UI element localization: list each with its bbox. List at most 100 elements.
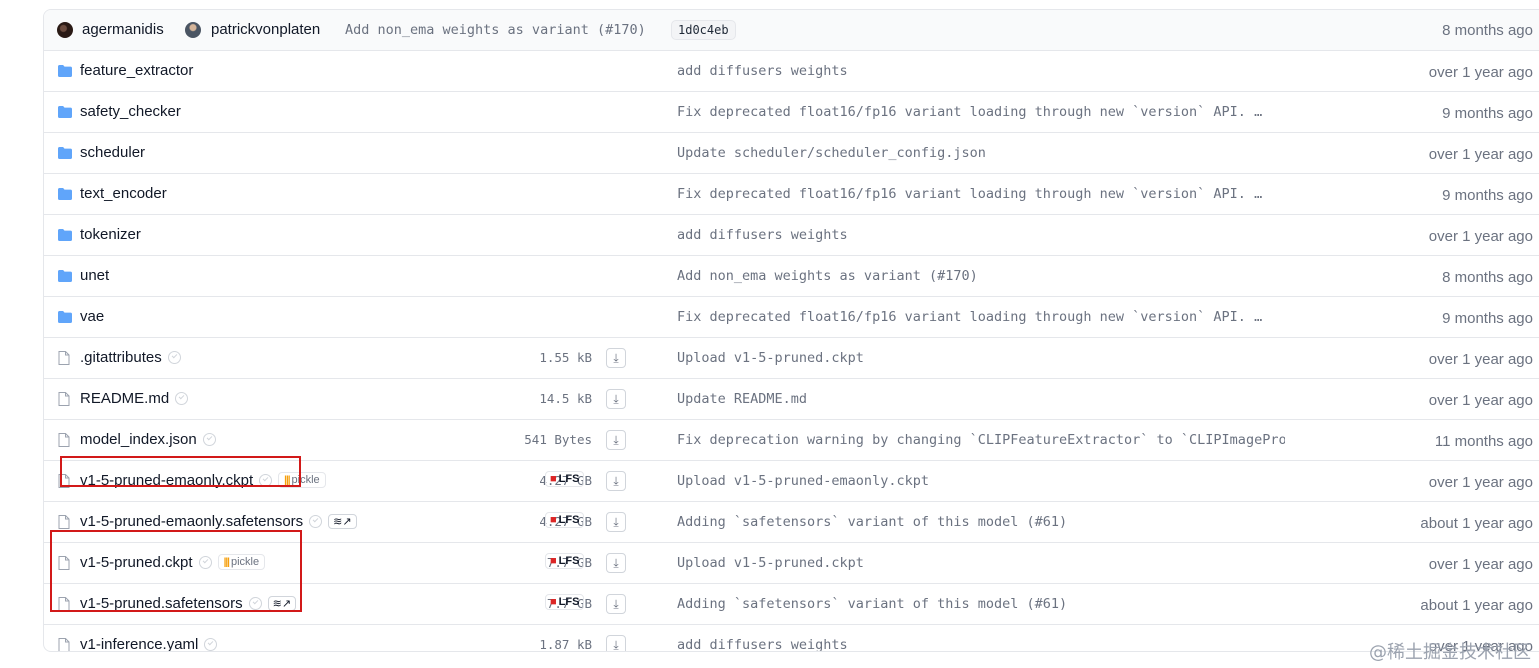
commit-message[interactable]: Fix deprecated float16/fp16 variant load… [677,104,1285,120]
highlight-box [50,530,302,612]
lfs-badge[interactable]: ■ LFS [545,594,585,610]
folder-row[interactable]: unet Add non_ema weights as variant (#170… [44,256,1539,297]
lfs-badge[interactable]: ■ LFS [545,512,585,528]
highlight-box [60,456,301,487]
folder-row[interactable]: scheduler Update scheduler/scheduler_conf… [44,133,1539,174]
commit-message[interactable]: add diffusers weights [677,63,1285,79]
external-link-icon: ↗ [342,515,352,528]
commit-message[interactable]: Adding `safetensors` variant of this mod… [677,514,1285,530]
lfs-label: LFS [558,514,580,526]
lfs-cube-icon: ■ [550,473,557,485]
file-size: 541 Bytes [524,432,592,447]
verified-icon [309,514,323,528]
commit-message[interactable]: Upload v1-5-pruned.ckpt [677,555,1285,571]
verified-icon [202,432,216,446]
file-name-label[interactable]: scheduler [80,144,145,161]
file-name-label[interactable]: feature_extractor [80,62,193,79]
safetensors-badge[interactable]: ≋↗ [328,513,357,529]
avatar[interactable] [185,22,201,38]
download-icon[interactable]: ⤓ [606,512,626,532]
lfs-label: LFS [558,596,580,608]
avatar[interactable] [57,22,73,38]
lfs-cube-icon: ■ [550,514,557,526]
file-name-label[interactable]: text_encoder [80,185,167,202]
file-row[interactable]: model_index.json 541 Bytes ⤓ Fix deprecatio… [44,420,1539,461]
file-name[interactable]: README.md [80,390,189,407]
file-name[interactable]: v1-inference.yaml [80,636,218,651]
verified-icon [167,350,181,364]
folder-row[interactable]: safety_checker Fix deprecated float16/fp1… [44,92,1539,133]
file-row[interactable]: v1-inference.yaml 1.87 kB ⤓ add diffusers w… [44,625,1539,652]
author-link[interactable]: agermanidis [82,21,164,38]
commit-message[interactable]: add diffusers weights [677,227,1285,243]
file-size: 1.55 kB [539,350,592,365]
commit-message[interactable]: Fix deprecated float16/fp16 variant load… [677,309,1285,325]
last-commit-header: agermanidis patrickvonplaten Add non_ema… [44,10,1539,51]
folder-row[interactable]: tokenizer add diffusers weights over 1 yea… [44,215,1539,256]
commit-message[interactable]: Upload v1-5-pruned-emaonly.ckpt [677,473,1285,489]
file-name[interactable]: model_index.json [80,431,216,448]
file-name-label[interactable]: model_index.json [80,431,197,448]
commit-message[interactable]: Add non_ema weights as variant (#170) [345,22,646,38]
download-icon[interactable]: ⤓ [606,553,626,573]
safetensors-icon: ≋ [333,515,343,528]
lfs-label: LFS [558,473,580,485]
verified-icon [204,637,218,651]
commit-time: over 1 year ago [1428,392,1533,409]
download-icon[interactable]: ⤓ [606,389,626,409]
download-icon[interactable]: ⤓ [606,348,626,368]
download-icon[interactable]: ⤓ [606,430,626,450]
commit-time: 11 months ago [1434,433,1533,450]
file-name-label[interactable]: tokenizer [80,226,141,243]
folder-row[interactable]: vae Fix deprecated float16/fp16 variant l… [44,297,1539,338]
file-name-label[interactable]: unet [80,267,109,284]
commit-sha-badge[interactable]: 1d0c4eb [671,20,736,40]
file-name-label[interactable]: README.md [80,390,169,407]
commit-message[interactable]: Fix deprecation warning by changing `CLI… [677,432,1285,448]
commit-time: 8 months ago [1442,269,1533,286]
author-link[interactable]: patrickvonplaten [211,21,320,38]
commit-message[interactable]: Update scheduler/scheduler_config.json [677,145,1285,161]
file-icon [58,351,70,370]
file-name[interactable]: vae [80,308,104,325]
file-name[interactable]: .gitattributes [80,349,181,366]
commit-message[interactable]: Adding `safetensors` variant of this mod… [677,596,1285,612]
folder-icon [58,187,72,205]
file-name[interactable]: feature_extractor [80,62,193,79]
file-row[interactable]: README.md 14.5 kB ⤓ Update README.md over 1 … [44,379,1539,420]
file-name-label[interactable]: v1-5-pruned-emaonly.safetensors [80,513,303,530]
file-name-label[interactable]: safety_checker [80,103,181,120]
file-name[interactable]: tokenizer [80,226,141,243]
folder-row[interactable]: text_encoder Fix deprecated float16/fp16 … [44,174,1539,215]
commit-message[interactable]: add diffusers weights [677,637,1285,651]
commit-time: 9 months ago [1442,187,1533,204]
folder-icon [58,310,72,328]
commit-message[interactable]: Upload v1-5-pruned.ckpt [677,350,1285,366]
commit-time: over 1 year ago [1428,351,1533,368]
commit-message[interactable]: Update README.md [677,391,1285,407]
download-icon[interactable]: ⤓ [606,635,626,651]
file-name[interactable]: unet [80,267,109,284]
watermark: @稀土掘金技术社区 [1369,642,1531,663]
lfs-badge[interactable]: ■ LFS [545,471,585,487]
file-name-label[interactable]: vae [80,308,104,325]
file-name[interactable]: text_encoder [80,185,167,202]
commit-time: about 1 year ago [1420,515,1533,532]
lfs-label: LFS [558,555,580,567]
commit-message[interactable]: Fix deprecated float16/fp16 variant load… [677,186,1285,202]
file-name[interactable]: scheduler [80,144,145,161]
lfs-badge[interactable]: ■ LFS [545,553,585,569]
folder-row[interactable]: feature_extractor add diffusers weights ov… [44,51,1539,92]
file-name[interactable]: v1-5-pruned-emaonly.safetensors ≋↗ [80,513,357,530]
file-row[interactable]: .gitattributes 1.55 kB ⤓ Upload v1-5-pruned… [44,338,1539,379]
download-icon[interactable]: ⤓ [606,471,626,491]
file-name-label[interactable]: v1-inference.yaml [80,636,198,651]
commit-time: over 1 year ago [1428,474,1533,491]
download-icon[interactable]: ⤓ [606,594,626,614]
folder-icon [58,64,72,82]
file-size: 1.87 kB [539,637,592,652]
file-name-label[interactable]: .gitattributes [80,349,162,366]
commit-time: about 1 year ago [1420,597,1533,614]
commit-message[interactable]: Add non_ema weights as variant (#170) [677,268,1285,284]
file-name[interactable]: safety_checker [80,103,181,120]
